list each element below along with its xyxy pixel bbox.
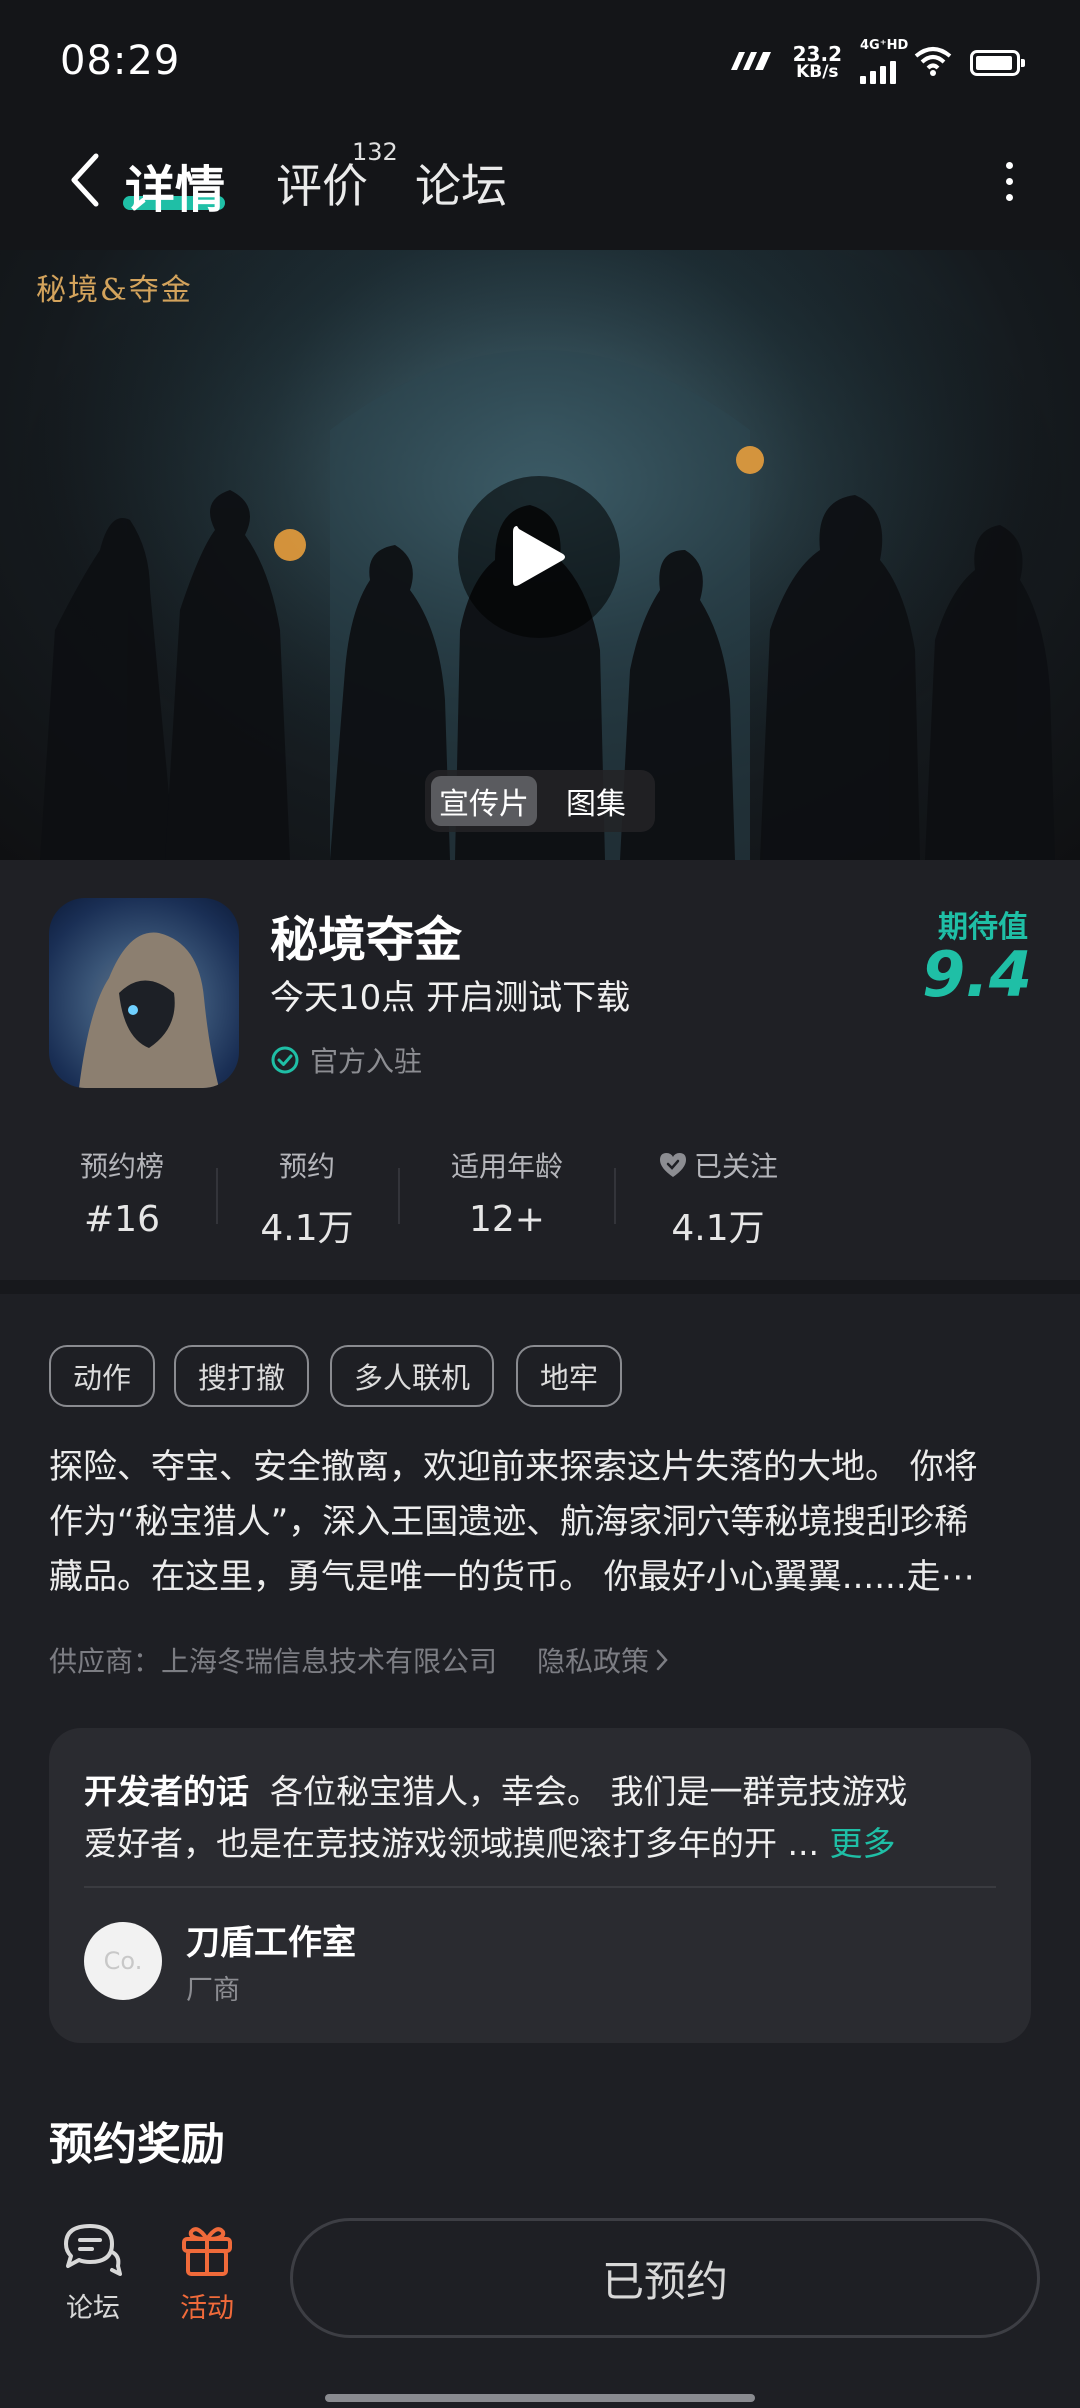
tag-chip[interactable]: 搜打撤 [174,1345,310,1407]
developer-note-heading: 开发者的话 [84,1772,249,1811]
status-icons: 23.2 KB/s 4G⁺HD [727,38,1025,84]
studio-avatar[interactable]: Co. [84,1922,162,2000]
tag-chip[interactable]: 地牢 [516,1345,623,1407]
official-badge: 官方入驻 [270,1040,422,1080]
stat-age-rating[interactable]: 适用年龄 12+ [412,1145,602,1240]
wifi-icon [914,46,952,80]
play-icon [513,526,565,586]
privacy-policy-link[interactable]: 隐私政策 [537,1640,669,1680]
media-tab-trailer[interactable]: 宣传片 [431,776,537,826]
gift-icon [182,2227,232,2276]
tab-forum[interactable]: 论坛 [415,150,507,216]
game-icon [49,898,239,1088]
stat-followers[interactable]: 已关注 4.1万 [623,1145,813,1251]
tag-chip[interactable]: 动作 [49,1345,156,1407]
home-indicator[interactable] [325,2394,755,2402]
bottom-forum-button[interactable]: 论坛 [43,2222,143,2325]
tag-chip[interactable]: 多人联机 [330,1345,495,1407]
media-type-switch: 宣传片 图集 [425,770,655,832]
chevron-right-icon [656,1649,668,1671]
game-logo: 秘境&夺金 [36,273,193,308]
supplier-row: 供应商：上海冬瑞信息技术有限公司 隐私政策 [49,1640,669,1680]
verified-check-icon [271,1046,299,1074]
stat-divider [614,1168,616,1224]
back-button[interactable] [50,145,120,215]
developer-note[interactable]: 开发者的话 各位秘宝猎人，幸会。 我们是一群竞技游戏 爱好者，也是在竞技游戏领域… [84,1766,1004,1870]
studio-name[interactable]: 刀盾工作室 [186,1915,356,1964]
heart-check-icon [659,1153,686,1177]
more-dot-icon [1005,161,1013,169]
cell-signal-icon: 4G⁺HD [860,38,908,84]
reservation-rewards-heading: 预约奖励 [49,2119,225,2170]
network-brand-icon [727,48,775,78]
play-video-button[interactable] [458,476,620,638]
studio-role: 厂商 [186,1975,240,2006]
bottom-activity-button[interactable]: 活动 [157,2222,257,2325]
net-speed: 23.2 KB/s [792,42,842,82]
supplier-text: 供应商：上海冬瑞信息技术有限公司 [49,1645,498,1678]
expectation-score: 9.4 [922,938,1032,1011]
card-divider [84,1886,996,1888]
reserved-button[interactable]: 已预约 [290,2218,1040,2338]
review-count-badge: 132 [352,138,398,166]
more-options-button[interactable] [985,155,1033,207]
developer-note-more-link[interactable]: 更多 [829,1824,895,1863]
back-arrow-icon [71,153,99,207]
game-icon-art [79,932,219,1088]
stat-reservations: 预约 4.1万 [260,1150,354,1249]
media-tab-gallery[interactable]: 图集 [543,776,649,826]
battery-icon [970,50,1025,76]
test-schedule: 今天10点 开启测试下载 [270,978,631,1018]
game-description[interactable]: 探险、夺宝、安全撤离，欢迎前来探索这片失落的大地。 你将 作为“秘宝猎人”，深入… [49,1440,1039,1605]
forum-chat-icon [64,2224,122,2276]
stat-rank[interactable]: 预约榜 #16 [27,1145,217,1240]
game-title: 秘境夺金 [270,912,463,968]
stat-divider [398,1168,400,1224]
tab-details[interactable]: 详情 [125,150,225,222]
status-time: 08:29 [60,38,181,84]
section-divider [0,1280,1080,1294]
